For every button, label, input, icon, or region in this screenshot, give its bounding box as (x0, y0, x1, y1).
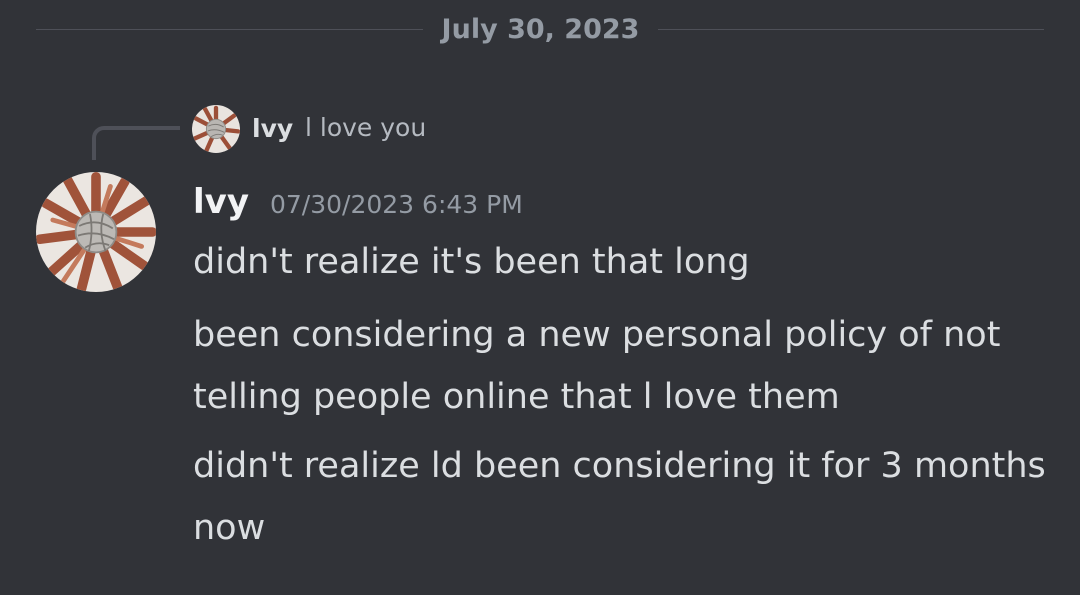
message-timestamp: 07/30/2023 6:43 PM (270, 190, 523, 219)
date-divider-line-right (658, 29, 1044, 30)
message-text: been considering a new personal policy o… (193, 315, 1001, 417)
message-text: didn't realize ld been considering it fo… (193, 446, 1046, 548)
reply-author-name[interactable]: lvy (252, 112, 293, 146)
message-text: didn't realize it's been that long (193, 242, 750, 282)
yarn-ball-hands-icon (36, 172, 156, 292)
reply-avatar[interactable] (192, 105, 240, 153)
yarn-ball-hands-icon (192, 105, 240, 153)
reply-connector (92, 126, 180, 160)
author-avatar[interactable] (36, 172, 156, 292)
reply-preview-text[interactable]: l love you (305, 111, 426, 145)
author-name[interactable]: lvy (193, 180, 249, 224)
date-divider-line-left (36, 29, 423, 30)
date-divider-label: July 30, 2023 (441, 14, 640, 45)
chat-view: July 30, 2023 lvy l love you lvy 07/30/2… (0, 0, 1080, 595)
